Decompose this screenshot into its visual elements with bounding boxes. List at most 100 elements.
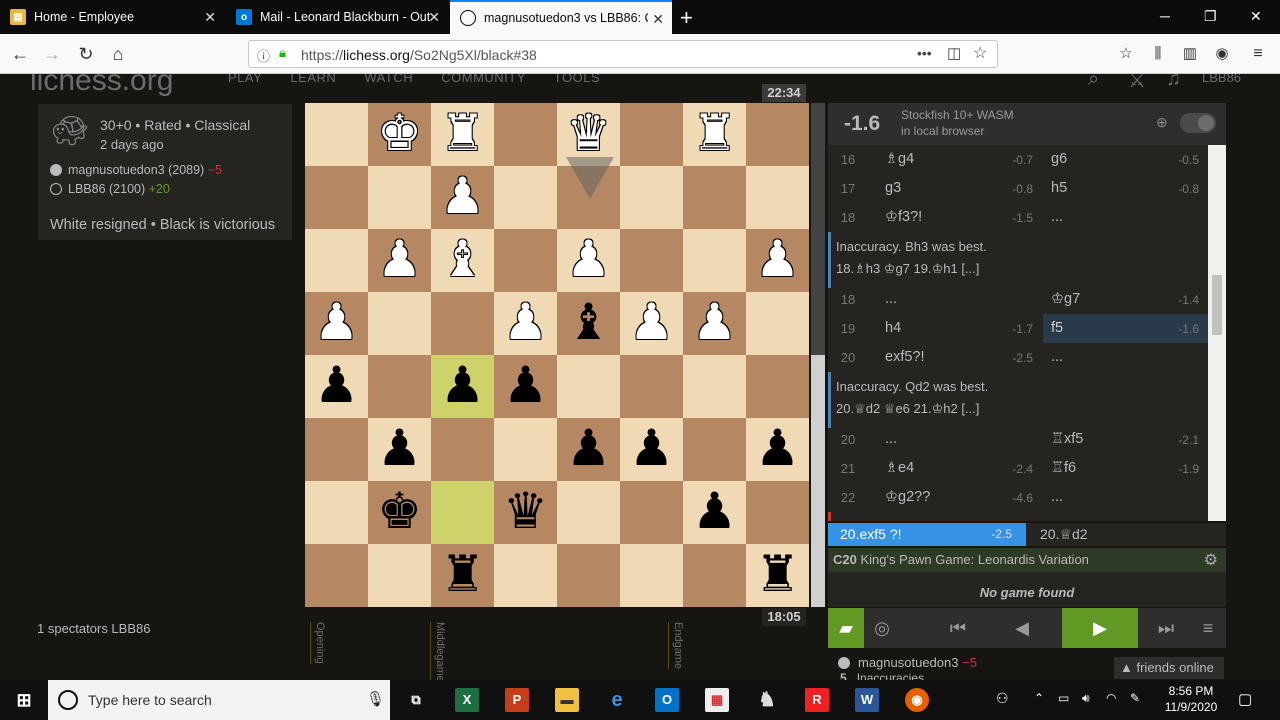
book-icon[interactable]: ▰: [828, 608, 864, 648]
prev-move-icon[interactable]: ◀: [1004, 608, 1040, 648]
square-h6[interactable]: [305, 418, 368, 481]
task-view-icon[interactable]: ⧉: [404, 688, 428, 712]
taskbar-search[interactable]: Type here to search 🎙︎: [48, 680, 390, 720]
white-move[interactable]: ...: [885, 291, 897, 307]
black-piece-d6[interactable]: ♟: [557, 418, 620, 481]
white-move[interactable]: ♗g4: [885, 151, 914, 167]
user-menu[interactable]: LBB86: [1202, 74, 1241, 85]
black-move[interactable]: ...: [1043, 483, 1208, 512]
star-list-icon[interactable]: ☆: [1114, 42, 1138, 66]
square-g5[interactable]: [368, 355, 431, 418]
action-center-icon[interactable]: ▢: [1238, 690, 1252, 708]
white-piece-c4[interactable]: ♟: [620, 292, 683, 355]
square-f4[interactable]: [431, 292, 494, 355]
tab-home-employee[interactable]: ▤ Home - Employee ✕: [0, 0, 224, 34]
library-icon[interactable]: ⫼: [1146, 42, 1170, 66]
square-d5[interactable]: [557, 355, 620, 418]
white-piece-g1[interactable]: ♚: [368, 103, 431, 166]
scroll-thumb[interactable]: [1212, 275, 1222, 335]
square-f6[interactable]: [431, 418, 494, 481]
black-piece-c6[interactable]: ♟: [620, 418, 683, 481]
firefox-icon[interactable]: ◉: [905, 688, 929, 712]
outlook-icon[interactable]: O: [655, 688, 679, 712]
close-icon[interactable]: ✕: [204, 9, 216, 26]
maximize-icon[interactable]: ❐: [1204, 8, 1217, 25]
white-piece-b4[interactable]: ♟: [683, 292, 746, 355]
move-list-scrollbar[interactable]: [1208, 145, 1226, 521]
battery-icon[interactable]: ▭: [1058, 691, 1069, 705]
black-move[interactable]: ...: [1043, 203, 1208, 232]
black-move[interactable]: ...: [1043, 343, 1208, 372]
white-player[interactable]: magnusotuedon3 (2089) −5: [50, 163, 222, 177]
wifi-icon[interactable]: ◠: [1106, 691, 1116, 705]
bookmark-star-icon[interactable]: ☆: [973, 43, 987, 63]
square-h7[interactable]: [305, 481, 368, 544]
white-piece-g3[interactable]: ♟: [368, 229, 431, 292]
page-scrollbar[interactable]: [1266, 74, 1280, 682]
r-app-icon[interactable]: R: [805, 688, 829, 712]
forward-icon[interactable]: →: [40, 42, 64, 66]
square-d8[interactable]: [557, 544, 620, 607]
black-piece-e7[interactable]: ♛: [494, 481, 557, 544]
black-piece-g7[interactable]: ♚: [368, 481, 431, 544]
gear-icon[interactable]: ⚙: [1204, 550, 1218, 570]
white-move[interactable]: exf5?!: [885, 349, 925, 365]
nav-play[interactable]: PLAY: [228, 74, 262, 85]
notification-bell-icon[interactable]: ♫: [1166, 74, 1181, 91]
white-move[interactable]: h4: [885, 320, 901, 336]
square-c1[interactable]: [620, 103, 683, 166]
white-piece-e4[interactable]: ♟: [494, 292, 557, 355]
white-move[interactable]: ♔g2??: [885, 489, 930, 505]
menu-icon[interactable]: ≡: [1190, 608, 1226, 648]
clock[interactable]: 8:56 PM 11/9/2020: [1162, 684, 1220, 714]
file-explorer-icon[interactable]: ▬: [555, 688, 579, 712]
tray-chevron-icon[interactable]: ⌃: [1034, 691, 1044, 705]
fork-alt-line[interactable]: 20.♕d2: [1040, 526, 1088, 543]
square-d7[interactable]: [557, 481, 620, 544]
square-g2[interactable]: [368, 166, 431, 229]
first-move-icon[interactable]: ⏮: [940, 608, 976, 648]
nav-learn[interactable]: LEARN: [290, 74, 336, 85]
square-c8[interactable]: [620, 544, 683, 607]
back-icon[interactable]: ←: [8, 42, 32, 66]
menu-icon[interactable]: ≡: [1246, 42, 1270, 66]
info-icon[interactable]: ⓘ: [257, 46, 270, 65]
engine-toggle[interactable]: [1180, 113, 1216, 133]
black-piece-b7[interactable]: ♟: [683, 481, 746, 544]
chess-board[interactable]: ♚ ♜ ♛ ♜ ♟ ♟ ♝ ♟ ♟ ♟ ♟ ♝ ♟ ♟ ♟ ♟ ♟ ♟ ♟ ♟ ♟ ♚ ♛ ♟ ♜ ♜ 1 2 3 4 5 6 7 8 h g f e d c…: [305, 103, 809, 607]
white-piece-f2[interactable]: ♟: [431, 166, 494, 229]
target-icon[interactable]: ⊕: [1156, 114, 1168, 131]
square-e2[interactable]: [494, 166, 557, 229]
powerpoint-icon[interactable]: P: [505, 688, 529, 712]
windows-start-icon[interactable]: ⊞: [12, 688, 36, 712]
nav-community[interactable]: COMMUNITY: [441, 74, 526, 85]
new-tab-icon[interactable]: +: [680, 5, 693, 31]
black-piece-f5[interactable]: ♟: [431, 355, 494, 418]
practice-icon[interactable]: ◎: [864, 608, 900, 648]
calendar-icon[interactable]: ▦: [705, 688, 729, 712]
fork-main-line[interactable]: 20.exf5 ?! -2.5: [828, 523, 1026, 546]
square-b6[interactable]: [683, 418, 746, 481]
square-c3[interactable]: [620, 229, 683, 292]
tab-mail[interactable]: o Mail - Leonard Blackburn - Out ✕: [226, 0, 448, 34]
square-h1[interactable]: [305, 103, 368, 166]
square-e6[interactable]: [494, 418, 557, 481]
square-b8[interactable]: [683, 544, 746, 607]
white-move[interactable]: ♔f3?!: [885, 209, 922, 225]
edge-icon[interactable]: e: [605, 688, 629, 712]
word-icon[interactable]: W: [855, 688, 879, 712]
black-player[interactable]: LBB86 (2100) +20: [50, 182, 170, 196]
white-move[interactable]: ♗e4: [885, 460, 914, 476]
white-piece-f1[interactable]: ♜: [431, 103, 494, 166]
last-move-icon[interactable]: ⏭: [1148, 608, 1184, 648]
people-icon[interactable]: ⚇: [996, 690, 1009, 707]
close-icon[interactable]: ✕: [652, 11, 664, 28]
black-piece-g6[interactable]: ♟: [368, 418, 431, 481]
search-icon[interactable]: ⌕: [1088, 74, 1099, 91]
black-piece-h5[interactable]: ♟: [305, 355, 368, 418]
site-logo[interactable]: lichess.org: [30, 74, 173, 98]
white-piece-h4[interactable]: ♟: [305, 292, 368, 355]
next-move-icon[interactable]: ▶: [1062, 608, 1138, 648]
white-move[interactable]: g3: [885, 180, 901, 196]
square-e3[interactable]: [494, 229, 557, 292]
